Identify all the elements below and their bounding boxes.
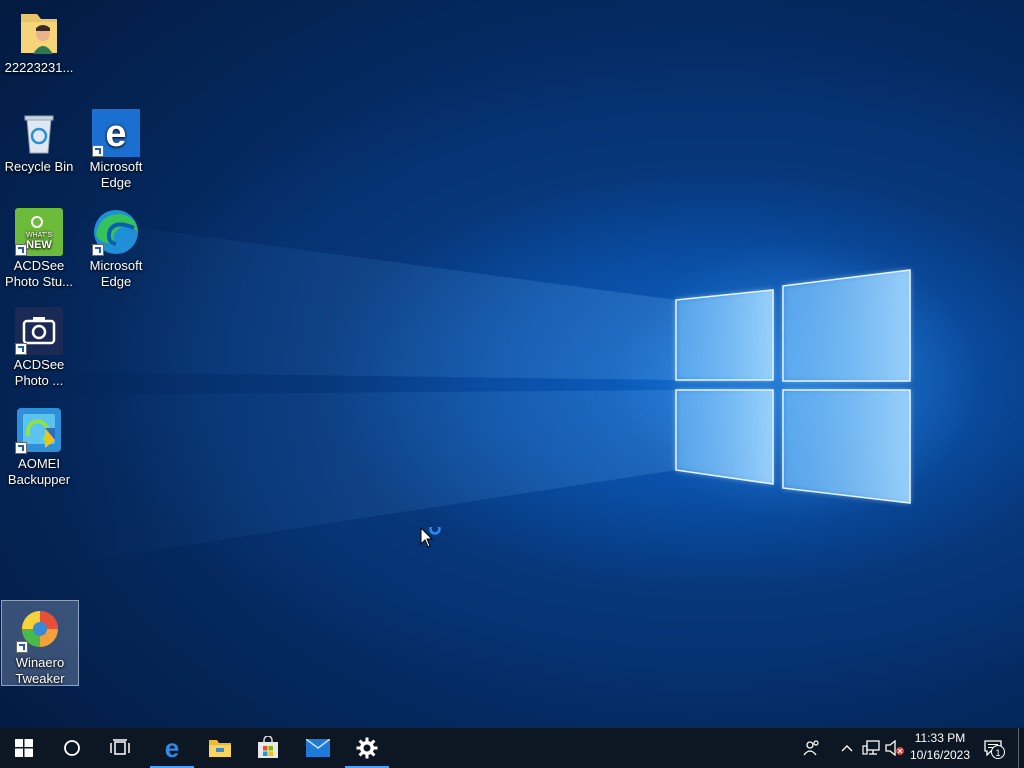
busy-cursor-icon	[420, 523, 444, 556]
taskbar-file-explorer-button[interactable]	[196, 728, 244, 768]
shortcut-arrow-icon	[15, 244, 27, 256]
desktop-icon-winaero-tweaker[interactable]: Winaero Tweaker	[1, 600, 79, 686]
chevron-up-icon	[841, 745, 853, 752]
people-button[interactable]	[800, 728, 824, 768]
taskbar-edge-button[interactable]: e	[148, 728, 196, 768]
search-button[interactable]	[48, 728, 96, 768]
taskbar-mail-button[interactable]	[294, 728, 342, 768]
acdsee-camera-icon	[15, 307, 63, 355]
svg-text:NEW: NEW	[26, 239, 52, 251]
svg-text:WHAT'S: WHAT'S	[26, 232, 52, 239]
desktop-icon-label: 22223231...	[4, 60, 74, 75]
clock-date: 10/16/2023	[909, 748, 971, 762]
desktop-icon-label: ACDSee Photo ...	[13, 357, 65, 388]
desktop-icon-label: Microsoft Edge	[89, 258, 143, 289]
shortcut-arrow-icon	[92, 244, 104, 256]
desktop-icon-label: ACDSee Photo Stu...	[5, 258, 73, 289]
acdsee-whats-new-icon: WHAT'S NEW	[15, 208, 63, 256]
task-view-icon	[110, 739, 130, 755]
volume-button[interactable]	[884, 728, 906, 768]
start-button[interactable]	[0, 728, 48, 768]
shortcut-arrow-icon	[92, 145, 104, 157]
desktop-icon-user-folder[interactable]: 22223231...	[0, 6, 78, 90]
desktop-icon-label: Winaero Tweaker	[15, 655, 65, 686]
taskbar-clock[interactable]: 11:33 PM 10/16/2023	[905, 730, 975, 766]
desktop-icon-microsoft-edge-chromium[interactable]: Microsoft Edge	[77, 204, 155, 289]
cortana-circle-icon	[64, 740, 80, 756]
edge-legacy-icon: e	[165, 736, 179, 760]
taskbar: e 11:33 PM 10/16/2023 1	[0, 728, 1024, 768]
recycle-bin-icon	[15, 109, 63, 157]
volume-muted-icon	[885, 740, 904, 756]
svg-text:e: e	[105, 113, 126, 155]
show-desktop-button[interactable]	[1018, 728, 1024, 768]
svg-text:e: e	[165, 736, 179, 760]
notification-count-badge: 1	[991, 745, 1005, 759]
shortcut-arrow-icon	[15, 343, 27, 355]
action-center-button[interactable]: 1	[980, 728, 1006, 768]
desktop-icon-recycle-bin[interactable]: Recycle Bin	[0, 105, 78, 189]
desktop-icon-aomei-backupper[interactable]: AOMEI Backupper	[0, 402, 78, 487]
desktop-icon-label: Recycle Bin	[4, 159, 74, 174]
aomei-backupper-icon	[15, 406, 63, 454]
task-view-button[interactable]	[96, 728, 144, 768]
store-bag-icon	[258, 736, 278, 758]
user-folder-icon	[15, 10, 63, 58]
windows-logo-icon	[15, 739, 33, 757]
desktop-icon-label: AOMEI Backupper	[7, 456, 71, 487]
edge-legacy-icon: e	[92, 109, 140, 157]
desktop-icon-label: Microsoft Edge	[89, 159, 143, 190]
desktop-icon-acdsee-photo-studio[interactable]: WHAT'S NEW ACDSee Photo Stu...	[0, 204, 78, 289]
network-icon	[862, 740, 880, 755]
network-button[interactable]	[861, 728, 881, 768]
show-hidden-icons-button[interactable]	[838, 728, 856, 768]
winaero-tweaker-icon	[16, 605, 64, 653]
clock-time: 11:33 PM	[914, 731, 966, 745]
desktop-icon-acdsee-photo[interactable]: ACDSee Photo ...	[0, 303, 78, 388]
desktop-icon-microsoft-edge-legacy[interactable]: e Microsoft Edge	[77, 105, 155, 190]
shortcut-arrow-icon	[15, 442, 27, 454]
people-icon	[803, 740, 819, 756]
mail-envelope-icon	[306, 739, 330, 757]
taskbar-settings-button[interactable]	[343, 728, 391, 768]
edge-chromium-icon	[92, 208, 140, 256]
gear-icon	[356, 737, 378, 759]
taskbar-store-button[interactable]	[244, 728, 292, 768]
shortcut-arrow-icon	[16, 641, 28, 653]
folder-icon	[209, 740, 231, 757]
